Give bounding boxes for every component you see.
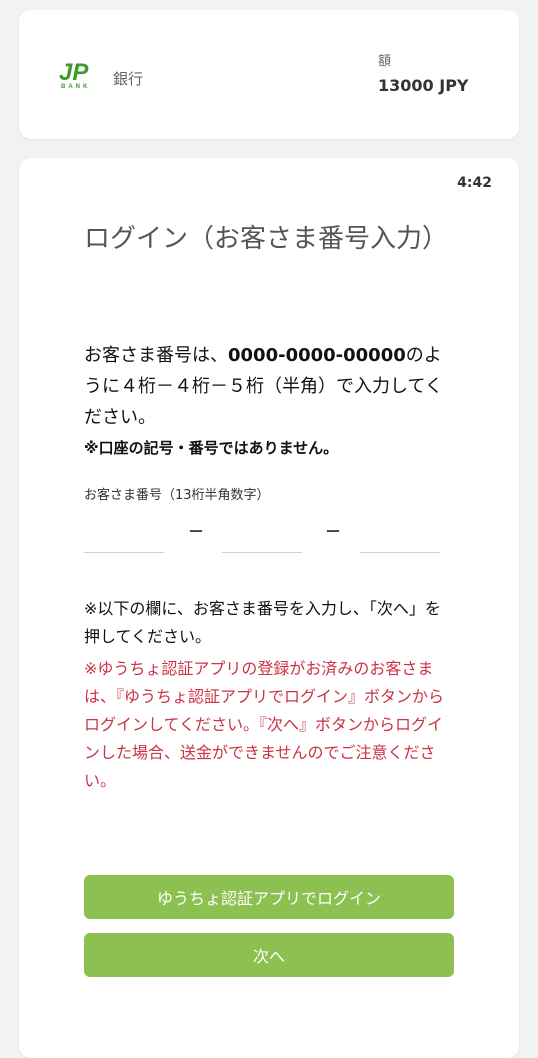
- app-login-button[interactable]: ゆうちょ認証アプリでログイン: [84, 875, 454, 919]
- login-card: 4:42 ログイン（お客さま番号入力） お客さま番号は、0000-0000-00…: [19, 158, 519, 1058]
- jp-bank-logo: JP BANK: [57, 54, 103, 90]
- account-note: ※口座の記号・番号ではありません。: [84, 439, 339, 457]
- instructions-example-number: 0000-0000-00000: [228, 345, 406, 366]
- amount-label: 額: [378, 54, 392, 69]
- next-button[interactable]: 次へ: [84, 933, 454, 977]
- svg-text:JP: JP: [59, 59, 89, 86]
- instructions-part1: お客さま番号は、: [84, 345, 228, 366]
- customer-number-segment-1[interactable]: [84, 516, 164, 553]
- svg-text:BANK: BANK: [61, 84, 90, 90]
- app-login-warning: ※ゆうちょ認証アプリの登録がお済みのお客さまは、『ゆうちょ認証アプリでログイン』…: [84, 659, 445, 790]
- separator-dash: －: [325, 522, 342, 541]
- input-instruction: ※以下の欄に、お客さま番号を入力し、「次へ」を押してください。: [84, 599, 441, 646]
- bank-label: 銀行: [113, 70, 144, 88]
- instructions-text: お客さま番号は、0000-0000-00000のように４桁－４桁－５桁（半角）で…: [84, 340, 449, 433]
- separator-dash: －: [188, 522, 205, 541]
- session-timer: 4:42: [457, 175, 492, 191]
- page-title: ログイン（お客さま番号入力）: [84, 224, 449, 254]
- customer-number-segment-2[interactable]: [222, 516, 302, 553]
- customer-number-segment-3[interactable]: [360, 516, 440, 553]
- header-card: JP BANK 銀行 額 13000 JPY: [19, 10, 519, 139]
- amount-value: 13000 JPY: [378, 76, 469, 95]
- customer-number-label: お客さま番号（13桁半角数字）: [84, 488, 270, 503]
